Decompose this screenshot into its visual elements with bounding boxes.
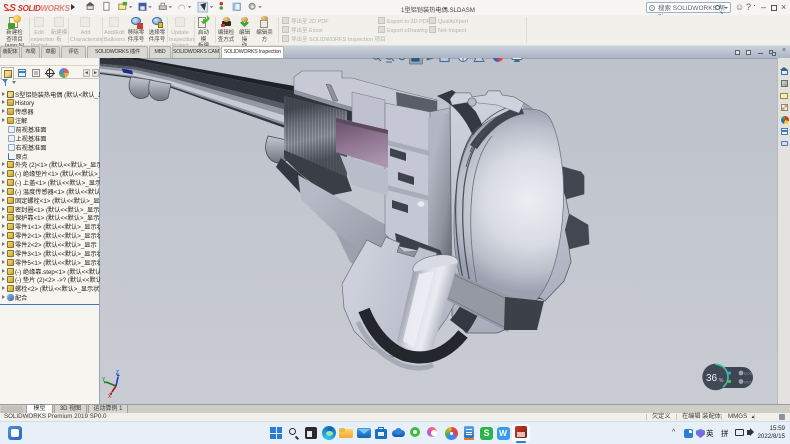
svg-text:36: 36: [706, 373, 718, 384]
svg-text:MOD: MOD: [744, 381, 753, 385]
svg-text:MOD: MOD: [744, 372, 753, 376]
svg-text:%: %: [719, 378, 724, 384]
svg-text:Z: Z: [116, 370, 119, 376]
